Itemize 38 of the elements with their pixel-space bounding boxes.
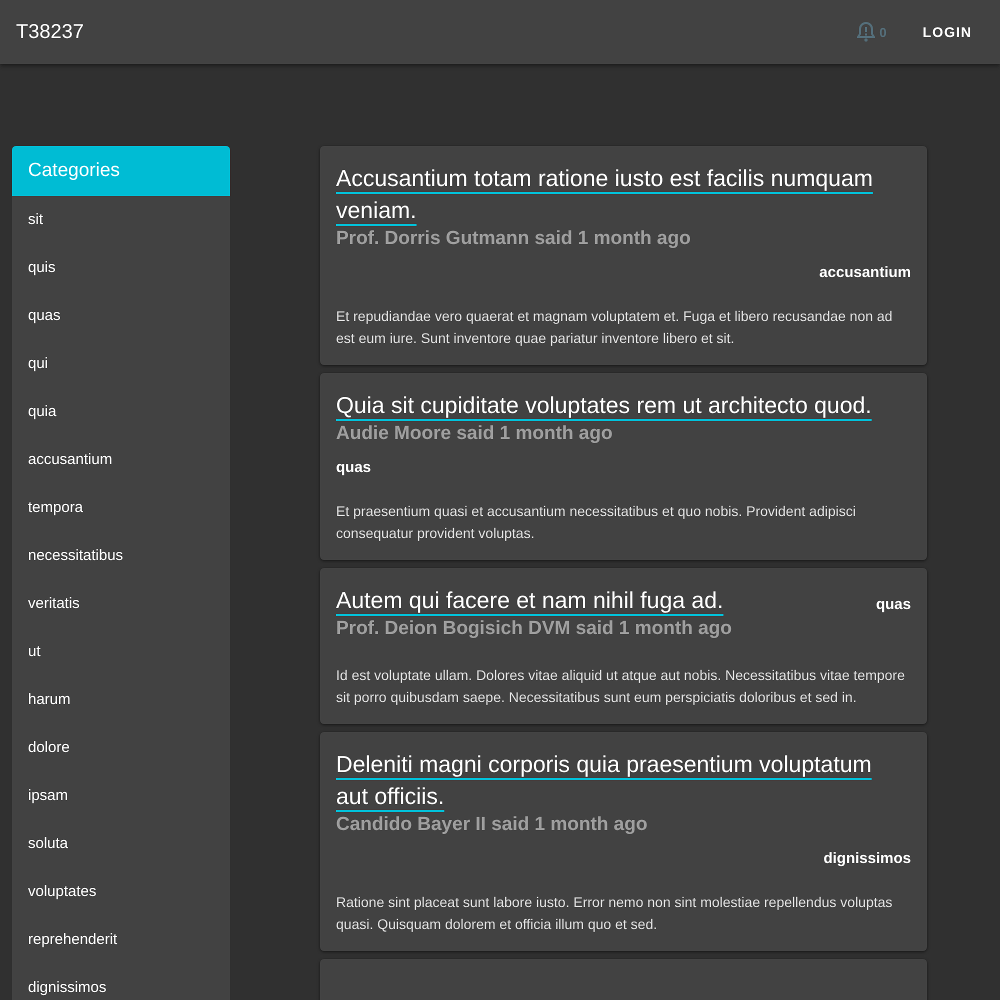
- post-tag[interactable]: quas: [336, 459, 911, 476]
- category-link[interactable]: necessitatibus: [12, 532, 230, 580]
- category-link[interactable]: harum: [12, 676, 230, 724]
- post-author: Audie Moore said 1 month ago: [336, 423, 614, 445]
- category-link[interactable]: sit: [12, 196, 230, 244]
- post-title[interactable]: Accusantium totam ratione iusto est facilis numquam veniam.: [336, 162, 901, 226]
- post-tag[interactable]: accusantium: [336, 264, 911, 281]
- category-link[interactable]: quis: [12, 244, 230, 292]
- category-link[interactable]: veritatis: [12, 580, 230, 628]
- bell-icon[interactable]: [857, 22, 876, 42]
- post-body: Et praesentium quasi et accusantium necessitatibus et quo nobis. Provident adipisci consequatur provident voluptas.: [336, 502, 857, 543]
- app-title: T38237: [16, 20, 85, 44]
- login-button[interactable]: LOGIN: [910, 16, 984, 48]
- post-title[interactable]: Autem qui facere et nam nihil fuga ad.: [336, 584, 732, 616]
- category-link[interactable]: voluptates: [12, 868, 230, 916]
- post-author: Candido Bayer II said 1 month ago: [336, 814, 648, 836]
- category-link[interactable]: dolore: [12, 724, 230, 772]
- post-body: Id est voluptate ullam. Dolores vitae aliquid ut atque aut nobis. Necessitatibus vitae tempore sit porro quibusdam saepe. Necessitatibus sunt eum perspiciatis doloribus et sed in.: [336, 666, 906, 707]
- category-link[interactable]: quas: [12, 292, 230, 340]
- categories-title: Categories: [12, 146, 230, 196]
- post-title[interactable]: Deleniti magni corporis quia praesentium voluptatum aut officiis.: [336, 748, 901, 812]
- post-tag[interactable]: dignissimos: [336, 850, 911, 867]
- category-link[interactable]: accusantium: [12, 436, 230, 484]
- category-link[interactable]: qui: [12, 340, 230, 388]
- post-body: Et repudiandae vero quaerat et magnam voluptatem et. Fuga et libero recusandae non ad est eum iure. Sunt inventore quae pariatur inventore libero et sit.: [336, 307, 894, 348]
- category-link[interactable]: dignissimos: [12, 964, 230, 1000]
- category-link[interactable]: ipsam: [12, 772, 230, 820]
- category-link[interactable]: ut: [12, 628, 230, 676]
- category-link[interactable]: tempora: [12, 484, 230, 532]
- category-link[interactable]: reprehenderit: [12, 916, 230, 964]
- post-title[interactable]: Quia sit cupiditate voluptates rem ut architecto quod.: [336, 389, 872, 421]
- post-body: Ratione sint placeat sunt labore iusto. Error nemo non sint molestiae repellendus voluptas quasi. Quisquam dolorem et officia illum quo et sed.: [336, 893, 894, 934]
- post-author: Prof. Deion Bogisich DVM said 1 month ago: [336, 618, 732, 640]
- category-link[interactable]: quia: [12, 388, 230, 436]
- category-link[interactable]: soluta: [12, 820, 230, 868]
- post-author: Prof. Dorris Gutmann said 1 month ago: [336, 228, 692, 250]
- notification-count: 0: [879, 24, 887, 40]
- post-tag[interactable]: quas: [876, 596, 911, 613]
